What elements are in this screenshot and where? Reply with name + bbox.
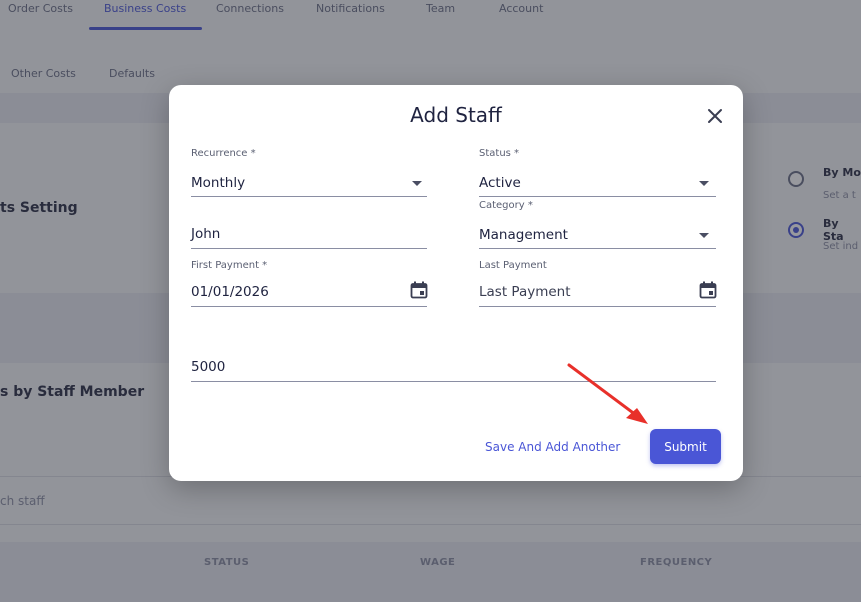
field-underline	[479, 306, 716, 307]
chevron-down-icon	[699, 233, 709, 238]
category-label: Category *	[479, 200, 533, 211]
chevron-down-icon	[699, 181, 709, 186]
first-payment-label: First Payment *	[191, 260, 268, 271]
calendar-icon[interactable]	[410, 281, 428, 299]
name-input[interactable]: John	[191, 217, 427, 251]
category-select[interactable]: Category * Management	[479, 200, 716, 250]
status-label: Status *	[479, 148, 520, 159]
status-select[interactable]: Status * Active	[479, 148, 716, 198]
recurrence-value: Monthly	[191, 175, 246, 191]
calendar-icon[interactable]	[699, 281, 717, 299]
first-payment-date-input[interactable]: First Payment * 01/01/2026	[191, 260, 428, 310]
close-icon	[708, 109, 722, 123]
field-underline	[191, 196, 427, 197]
last-payment-placeholder: Last Payment	[479, 284, 571, 300]
field-underline	[191, 248, 427, 249]
field-underline	[479, 248, 716, 249]
save-and-add-another-button[interactable]: Save And Add Another	[485, 440, 620, 454]
first-payment-value: 01/01/2026	[191, 284, 269, 300]
amount-value: 5000	[191, 359, 226, 375]
last-payment-label: Last Payment	[479, 260, 547, 271]
last-payment-date-input[interactable]: Last Payment Last Payment	[479, 260, 717, 310]
field-underline	[479, 196, 716, 197]
field-underline	[191, 306, 427, 307]
category-value: Management	[479, 227, 568, 243]
red-pointer-arrow	[567, 363, 648, 424]
close-button[interactable]	[704, 105, 726, 127]
status-value: Active	[479, 175, 521, 191]
recurrence-label: Recurrence *	[191, 148, 256, 159]
dialog-title: Add Staff	[410, 103, 502, 127]
name-value: John	[191, 226, 221, 242]
chevron-down-icon	[412, 181, 422, 186]
recurrence-select[interactable]: Recurrence * Monthly	[191, 148, 427, 198]
submit-button[interactable]: Submit	[650, 429, 721, 464]
